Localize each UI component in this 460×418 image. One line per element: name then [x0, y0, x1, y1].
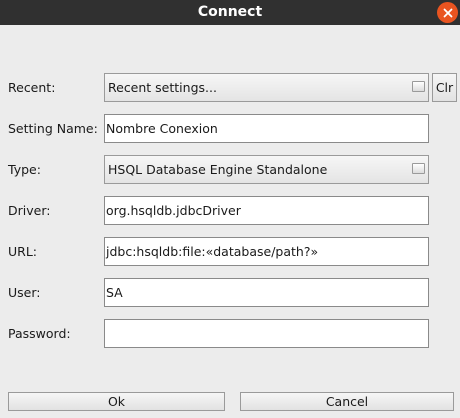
url-input[interactable]: jdbc:hsqldb:file:«database/path?» [104, 237, 429, 266]
close-button[interactable] [437, 2, 458, 23]
setting-name-label: Setting Name: [8, 121, 98, 136]
driver-label: Driver: [8, 203, 51, 218]
type-combo[interactable]: HSQL Database Engine Standalone [104, 155, 429, 184]
recent-settings-combo[interactable]: Recent settings... [104, 73, 429, 102]
clear-recent-button[interactable]: Clr [432, 73, 457, 102]
recent-settings-value: Recent settings... [108, 80, 217, 95]
type-label: Type: [8, 162, 41, 177]
user-input[interactable]: SA [104, 278, 429, 307]
password-input[interactable] [104, 319, 429, 348]
user-label: User: [8, 285, 41, 300]
setting-name-input[interactable]: Nombre Conexion [104, 114, 429, 143]
url-label: URL: [8, 244, 38, 259]
cancel-button[interactable]: Cancel [240, 392, 454, 411]
dropdown-arrow-icon [412, 163, 425, 174]
ok-button[interactable]: Ok [8, 392, 225, 411]
type-value: HSQL Database Engine Standalone [108, 162, 328, 177]
window-title: Connect [197, 4, 263, 20]
recent-label: Recent: [8, 80, 56, 95]
dropdown-arrow-icon [412, 81, 425, 92]
password-label: Password: [8, 326, 71, 341]
driver-input[interactable]: org.hsqldb.jdbcDriver [104, 196, 429, 225]
close-icon [443, 8, 452, 17]
title-bar: Connect [0, 0, 460, 25]
